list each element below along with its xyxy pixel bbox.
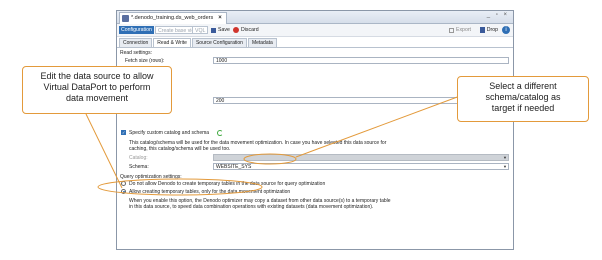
right-callout-pointer [295,95,461,158]
left-callout-pointer [85,113,123,189]
left-callout-line-2: Virtual DataPort to perform [43,82,151,92]
annotation-overlay [85,95,461,196]
right-callout-line-3: target if needed [491,103,555,113]
left-callout: Edit the data source to allow Virtual Da… [22,66,172,114]
right-callout-line-1: Select a different [489,81,557,91]
schema-highlight-ellipse [243,153,297,165]
right-callout-line-2: schema/catalog as [485,92,561,102]
left-callout-line-3: data movement [65,93,129,103]
right-callout: Select a different schema/catalog as tar… [457,76,589,122]
radio-highlight-ellipse [97,178,263,196]
left-callout-line-1: Edit the data source to allow [40,71,154,81]
